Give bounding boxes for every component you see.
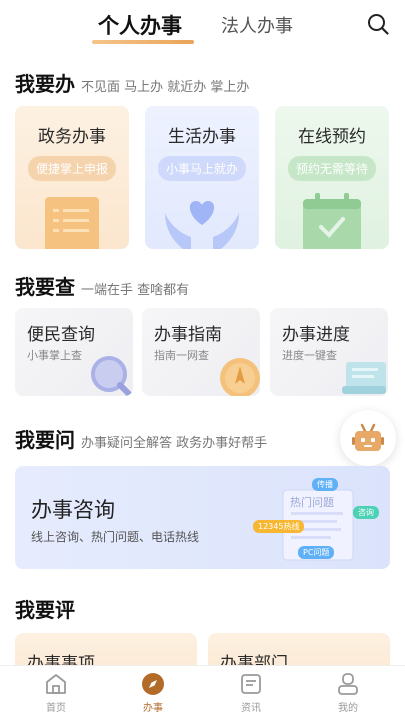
card-convenience-query[interactable]: 便民查询 小事掌上查 <box>15 308 133 396</box>
heart-hands-icon <box>165 201 239 249</box>
robot-icon <box>352 423 384 451</box>
section-title: 我要问 <box>15 428 75 452</box>
card-service-progress[interactable]: 办事进度 进度一键查 <box>270 308 388 396</box>
section-query-header: 我要查 一端在手 查啥都有 <box>15 271 189 300</box>
section-title: 我要评 <box>15 598 75 622</box>
magnifier-icon <box>91 356 133 396</box>
section-subtitle: 不见面 马上办 就近办 掌上办 <box>81 80 250 95</box>
doc-title: 热门问题 <box>290 496 334 509</box>
user-icon <box>338 673 358 695</box>
card-title: 生活办事 <box>168 127 236 147</box>
card-pill: 便捷掌上申报 <box>27 156 117 181</box>
robot-assistant-button[interactable] <box>340 410 396 466</box>
card-title: 政务办事 <box>38 127 106 147</box>
section-ask-header: 我要问 办事疑问全解答 政务办事好帮手 <box>15 424 267 453</box>
calendar-check-icon <box>303 193 361 249</box>
compass-icon <box>220 358 260 396</box>
consult-title: 办事咨询 <box>31 498 115 522</box>
page: 个人办事 法人办事 我要办 不见面 马上办 就近办 掌上办 政务办事 便捷掌上申… <box>0 0 405 720</box>
card-subtitle: 进度一键查 <box>282 349 337 362</box>
card-pill: 预约无需等待 <box>287 156 377 181</box>
section-rate-header: 我要评 <box>15 594 75 623</box>
card-subtitle: 小事掌上查 <box>27 349 82 362</box>
tab-corporate[interactable]: 法人办事 <box>221 12 293 38</box>
nav-label: 资讯 <box>241 703 261 714</box>
nav-label: 办事 <box>143 703 163 714</box>
consult-banner[interactable]: 办事咨询 线上咨询、热门问题、电话热线 热门问题 传播 咨询 12345热线 P… <box>15 466 390 569</box>
card-title: 便民查询 <box>27 325 95 345</box>
tag-label: 传播 <box>312 478 338 491</box>
nav-label: 我的 <box>338 703 358 714</box>
document-icon <box>45 197 99 249</box>
section-title: 我要查 <box>15 275 75 299</box>
card-government-affairs[interactable]: 政务办事 便捷掌上申报 <box>15 106 129 249</box>
card-online-booking[interactable]: 在线预约 预约无需等待 <box>275 106 389 249</box>
tag-label: 12345热线 <box>253 520 305 533</box>
tab-personal[interactable]: 个人办事 <box>98 10 182 40</box>
card-subtitle: 指南一网查 <box>154 349 209 362</box>
section-subtitle: 一端在手 查啥都有 <box>81 283 190 298</box>
compass-icon <box>142 673 164 695</box>
section-subtitle: 办事疑问全解答 政务办事好帮手 <box>81 436 268 451</box>
card-title: 办事指南 <box>154 325 222 345</box>
card-title: 在线预约 <box>298 127 366 147</box>
top-tab-bar: 个人办事 法人办事 <box>0 0 405 52</box>
home-icon <box>46 674 66 694</box>
tag-label: PC问题 <box>298 546 335 559</box>
tag-label: 咨询 <box>353 506 379 519</box>
nav-label: 首页 <box>46 703 66 714</box>
section-do-header: 我要办 不见面 马上办 就近办 掌上办 <box>15 68 249 97</box>
nav-service[interactable]: 办事 <box>123 672 183 714</box>
search-icon[interactable] <box>366 12 390 36</box>
card-service-guide[interactable]: 办事指南 指南一网查 <box>142 308 260 396</box>
nav-home[interactable]: 首页 <box>26 672 86 714</box>
bottom-nav: 首页 办事 资讯 我的 <box>0 665 405 720</box>
news-icon <box>241 674 261 694</box>
nav-mine[interactable]: 我的 <box>318 672 378 714</box>
card-title: 办事进度 <box>282 325 350 345</box>
consult-subtitle: 线上咨询、热门问题、电话热线 <box>31 530 200 544</box>
section-title: 我要办 <box>15 72 75 96</box>
card-pill: 小事马上就办 <box>157 156 247 181</box>
card-life-affairs[interactable]: 生活办事 小事马上就办 <box>145 106 259 249</box>
nav-news[interactable]: 资讯 <box>221 672 281 714</box>
scroll-icon <box>342 362 386 394</box>
tab-active-indicator <box>92 40 194 44</box>
